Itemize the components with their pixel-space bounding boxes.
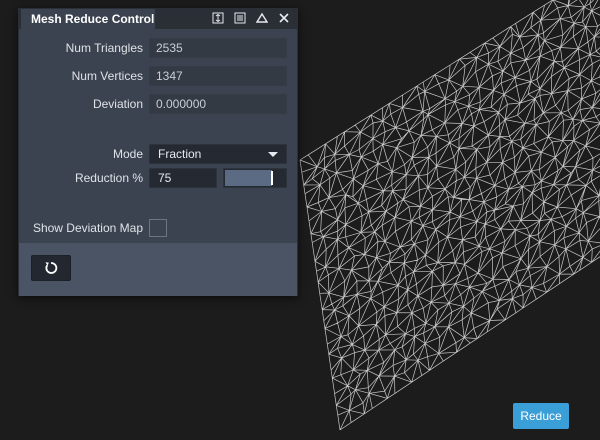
- reduction-label: Reduction %: [74, 171, 143, 185]
- panel-title: Mesh Reduce Control: [21, 9, 155, 29]
- deviation-row: Deviation 0.000000: [19, 94, 297, 114]
- pin-icon[interactable]: [211, 11, 225, 25]
- num-triangles-row: Num Triangles 2535: [19, 38, 297, 58]
- num-triangles-label: Num Triangles: [65, 41, 143, 55]
- deviation-value: 0.000000: [149, 94, 287, 114]
- slider-fill: [225, 170, 272, 186]
- mesh-reduce-panel: Mesh Reduce Control Num Triangles 2535 N…: [18, 8, 298, 296]
- mesh-edges: [299, 0, 600, 431]
- deviation-label: Deviation: [92, 97, 143, 111]
- collapse-icon[interactable]: [255, 11, 269, 25]
- chevron-down-icon: [268, 152, 278, 157]
- deviation-map-checkbox[interactable]: [149, 219, 167, 237]
- reduce-button[interactable]: Reduce: [513, 403, 569, 429]
- reduction-slider[interactable]: [223, 168, 287, 188]
- num-vertices-row: Num Vertices 1347: [19, 66, 297, 86]
- panel-titlebar[interactable]: Mesh Reduce Control: [19, 9, 297, 29]
- slider-handle[interactable]: [271, 171, 273, 185]
- deviation-map-label: Show Deviation Map: [32, 221, 143, 235]
- mode-dropdown[interactable]: Fraction: [149, 144, 287, 164]
- mode-label: Mode: [112, 147, 143, 161]
- mode-row: Mode Fraction: [19, 144, 297, 164]
- num-vertices-label: Num Vertices: [71, 69, 143, 83]
- menu-icon[interactable]: [233, 11, 247, 25]
- panel-body: Num Triangles 2535 Num Vertices 1347 Dev…: [19, 29, 297, 243]
- panel-footer: [19, 243, 297, 296]
- num-triangles-value: 2535: [149, 38, 287, 58]
- reset-button[interactable]: [31, 255, 71, 281]
- reduction-row: Reduction % 75: [19, 168, 297, 188]
- mode-dropdown-value: Fraction: [158, 147, 202, 161]
- num-vertices-value: 1347: [149, 66, 287, 86]
- reduction-input[interactable]: 75: [149, 168, 217, 188]
- deviation-map-row: Show Deviation Map: [19, 218, 297, 238]
- close-icon[interactable]: [277, 11, 291, 25]
- reset-icon: [45, 262, 58, 274]
